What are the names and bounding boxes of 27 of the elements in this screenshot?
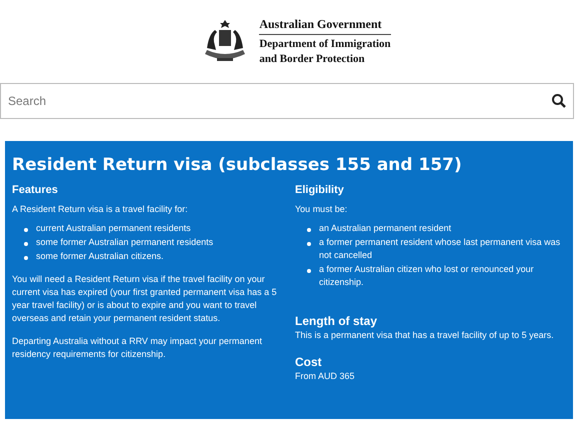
bullet-icon — [307, 242, 311, 246]
intro-text: A Resident Return visa is a travel facility for: — [12, 203, 189, 216]
section-text: This is a permanent visa that has a travel facility of up to 5 years. — [295, 329, 555, 342]
bullet-icon — [307, 269, 311, 273]
list-item-text: some former Australian citizens. — [36, 250, 164, 263]
section-heading: Features — [12, 184, 59, 197]
bullet-icon — [24, 228, 28, 232]
section-heading: Eligibility — [295, 184, 345, 197]
panel-title: Resident Return visa (subclasses 155 and 157) — [12, 154, 463, 176]
bullet-icon — [24, 256, 28, 260]
department-name: and Border Protection — [259, 52, 366, 67]
paragraph: Departing Australia without a RRV may impact your permanent residency requirements for citizenship. — [12, 335, 263, 361]
list-item-text: an Australian permanent resident — [319, 222, 452, 235]
list-item-text: a former Australian citizen who lost or renounced your citizenship. — [319, 263, 535, 289]
section-text: From AUD 365 — [295, 370, 356, 383]
list-item-text: some former Australian permanent residents — [36, 236, 214, 249]
section-heading: Length of stay — [295, 313, 378, 329]
paragraph: You will need a Resident Return visa if the travel facility on your current visa has expired (your first granted permanent visa has a 5 year travel facility) or is about to expire and you want to travel overseas and retain your permanent resident status. — [12, 273, 278, 325]
search-icon[interactable] — [551, 93, 567, 109]
bullet-icon — [24, 242, 28, 246]
section-heading: Cost — [295, 354, 323, 370]
list-item-text: current Australian permanent residents — [36, 222, 191, 235]
search-field[interactable]: Search — [0, 83, 574, 119]
bullet-icon — [307, 228, 311, 232]
department-name: Department of Immigration — [259, 37, 391, 52]
government-name: Australian Government — [259, 17, 391, 35]
intro-text: You must be: — [295, 203, 348, 216]
